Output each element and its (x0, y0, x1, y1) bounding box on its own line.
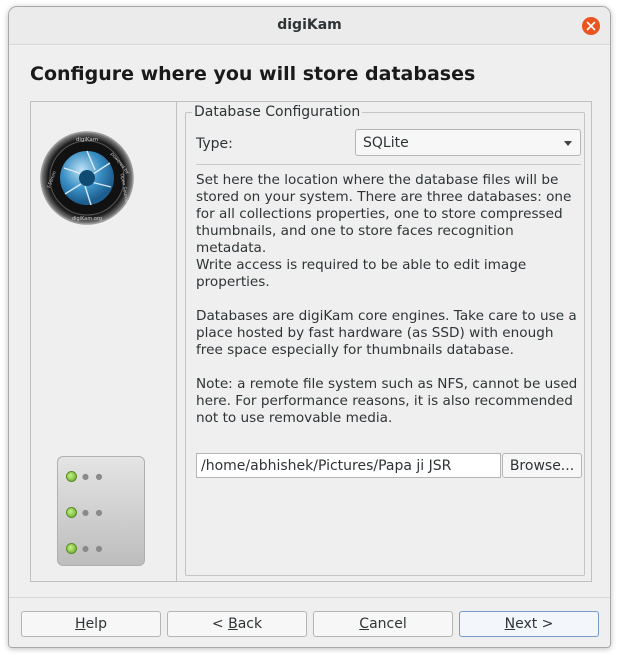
database-type-value: SQLite (363, 135, 409, 151)
side-panel: digiKam digiKam.org f-50mm powered by Op… (31, 102, 177, 581)
help-button[interactable]: Help (21, 611, 161, 637)
type-label: Type: (196, 136, 233, 152)
back-button[interactable]: < Back (167, 611, 307, 637)
page-title: Configure where you will store databases (30, 63, 476, 85)
browse-button[interactable]: Browse... (502, 453, 582, 478)
digikam-logo: digiKam digiKam.org f-50mm powered by Op… (40, 131, 134, 225)
svg-text:digiKam: digiKam (76, 137, 98, 143)
database-path-input[interactable]: /home/abhishek/Pictures/Papa ji JSR (196, 453, 501, 478)
group-title: Database Configuration (192, 104, 363, 120)
svg-text:digiKam.org: digiKam.org (72, 216, 102, 222)
description-paragraph: Write access is required to be able to e… (196, 257, 527, 290)
led-icon (66, 471, 77, 482)
led-icon (66, 507, 77, 518)
description-paragraph: Set here the location where the database… (196, 172, 572, 256)
description-paragraph: Note: a remote file system such as NFS, … (196, 376, 578, 426)
cancel-button[interactable]: Cancel (313, 611, 453, 637)
close-button[interactable] (582, 17, 600, 35)
led-icon (66, 543, 77, 554)
database-configuration-group: Database Configuration Type: SQLite Set … (185, 104, 585, 576)
description-paragraph: Databases are digiKam core engines. Take… (196, 308, 577, 358)
next-button[interactable]: Next > (459, 611, 599, 637)
wizard-content: Configure where you will store databases (9, 46, 610, 647)
description-text: Set here the location where the database… (196, 172, 584, 427)
divider (9, 597, 610, 598)
digikam-window: digiKam Configure where you will store d… (8, 6, 611, 648)
divider (196, 164, 581, 165)
page-frame: digiKam digiKam.org f-50mm powered by Op… (30, 101, 592, 582)
database-server-icon: ● ● ● ● ● ● (57, 456, 145, 566)
database-type-select[interactable]: SQLite (355, 129, 581, 156)
window-title: digiKam (277, 17, 342, 33)
chevron-down-icon (564, 141, 572, 146)
titlebar[interactable]: digiKam (9, 7, 610, 45)
close-icon (586, 21, 596, 31)
